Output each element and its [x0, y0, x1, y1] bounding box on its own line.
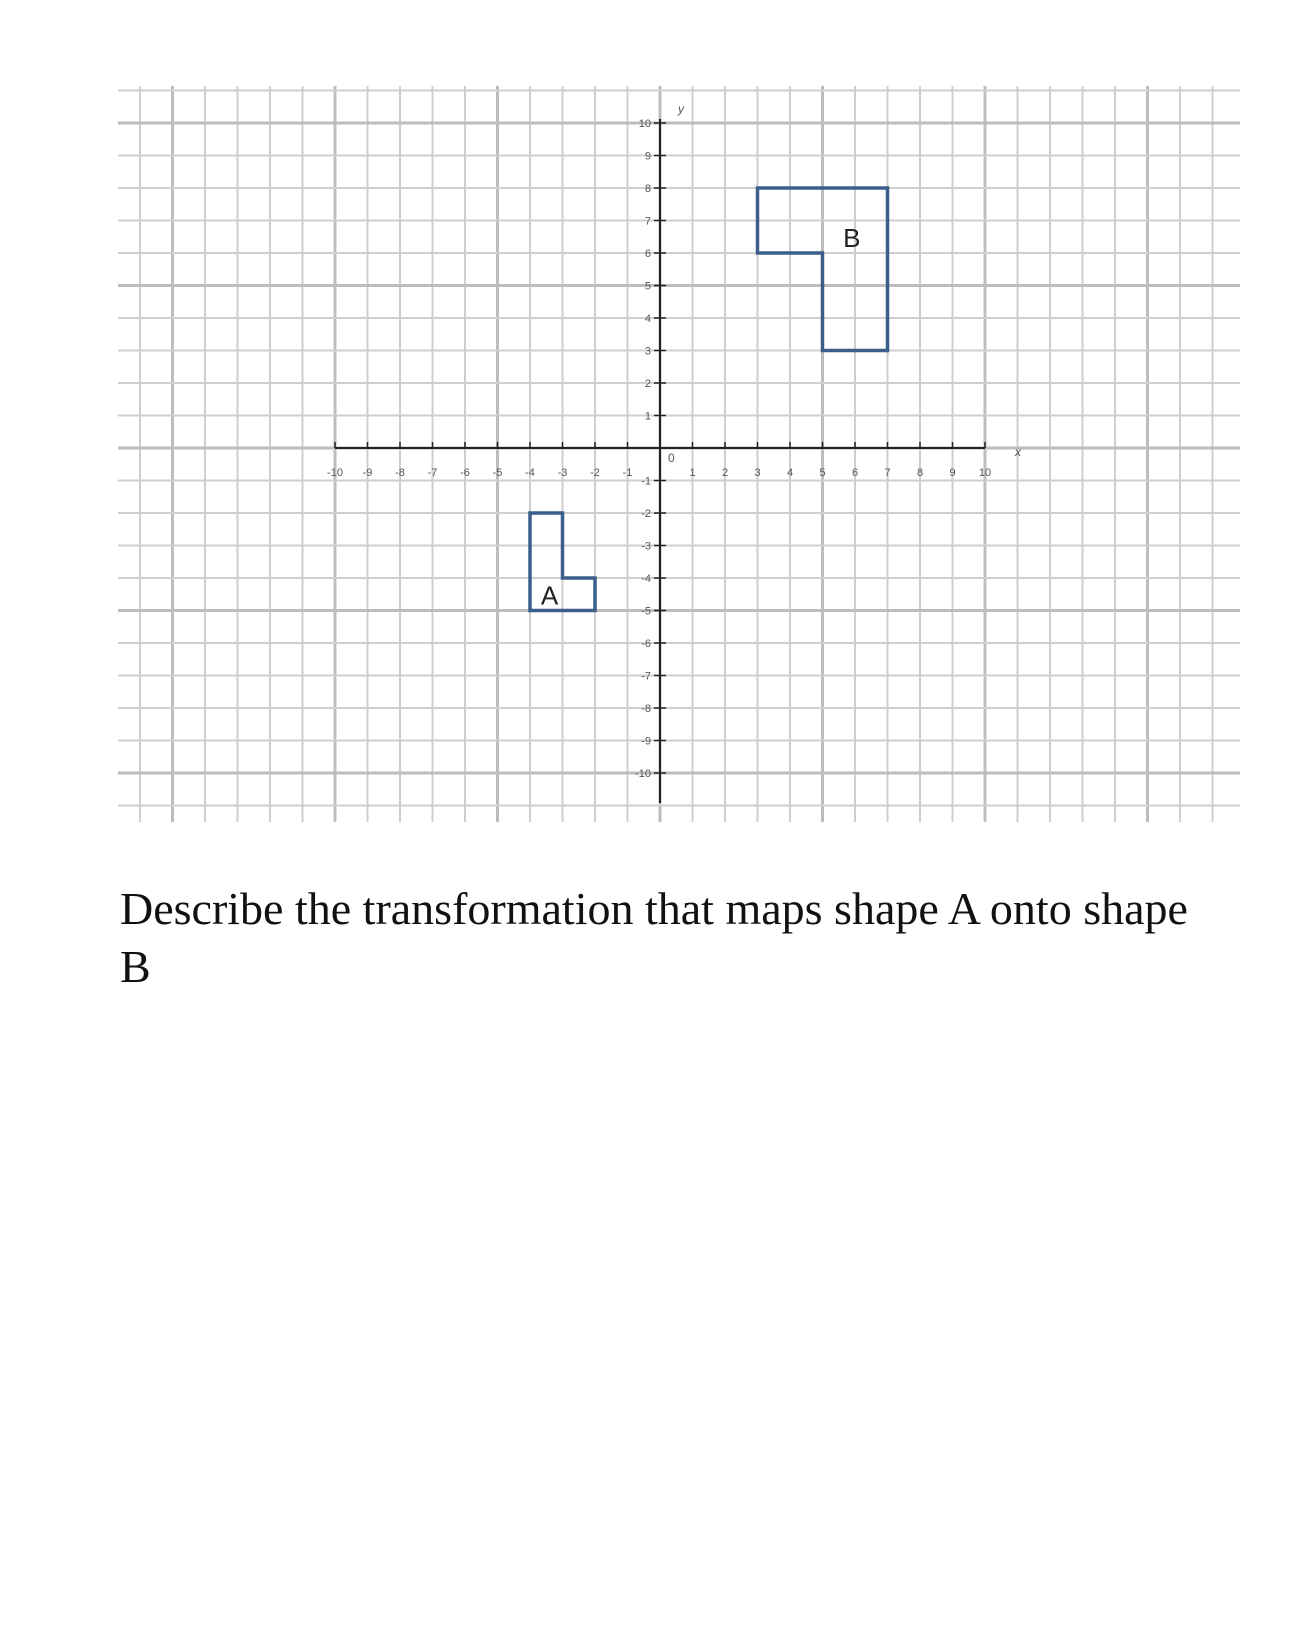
- grid-lines: [118, 86, 1240, 822]
- shape-b-label: B: [843, 223, 860, 253]
- y-tick-label: -2: [641, 508, 651, 520]
- y-tick-label: -8: [641, 703, 651, 715]
- x-tick-label: 3: [754, 467, 760, 479]
- y-tick-label: -1: [641, 476, 651, 488]
- y-axis-label: y: [677, 102, 685, 116]
- x-tick-label: -7: [428, 467, 438, 479]
- y-tick-label: -9: [641, 736, 651, 748]
- y-tick-label: 6: [645, 248, 651, 260]
- x-tick-label: 10: [979, 467, 991, 479]
- x-tick-label: 7: [884, 467, 890, 479]
- x-tick-label: -1: [623, 467, 633, 479]
- x-axis-label: x: [1014, 445, 1022, 459]
- x-tick-label: -5: [493, 467, 503, 479]
- x-tick-label: 2: [722, 467, 728, 479]
- x-tick-label: 6: [852, 467, 858, 479]
- x-tick-label: 1: [689, 467, 695, 479]
- shapes: AB: [528, 186, 890, 613]
- x-tick-label: -8: [395, 467, 405, 479]
- y-tick-label: 2: [645, 378, 651, 390]
- y-tick-label: 1: [645, 411, 651, 423]
- y-tick-label: -7: [641, 671, 651, 683]
- x-tick-label: 9: [949, 467, 955, 479]
- question-text: Describe the transformation that maps sh…: [120, 883, 1188, 992]
- x-tick-label: 5: [819, 467, 825, 479]
- shape-a-label: A: [541, 580, 559, 610]
- y-tick-label: 7: [645, 216, 651, 228]
- x-tick-label: -10: [327, 467, 343, 479]
- x-tick-label: 4: [787, 467, 793, 479]
- x-tick-label: -3: [558, 467, 568, 479]
- y-tick-label: 9: [645, 151, 651, 163]
- y-tick-label: 5: [645, 281, 651, 293]
- origin-label: 0: [668, 451, 675, 465]
- tick-labels: -10 -9 -8 -7 -6 -5 -4 -3 -2 -1 1 2 3 4 5 6 7 8 9 1010987654…: [327, 102, 1022, 780]
- x-tick-label: -9: [363, 467, 373, 479]
- x-tick-label: -6: [460, 467, 470, 479]
- y-tick-label: -3: [641, 541, 651, 553]
- y-tick-label: 4: [645, 313, 651, 325]
- x-tick-label: 8: [917, 467, 923, 479]
- y-tick-label: -4: [641, 573, 651, 585]
- y-tick-label: -10: [635, 768, 651, 780]
- x-tick-label: -2: [590, 467, 600, 479]
- coordinate-grid-figure: -10 -9 -8 -7 -6 -5 -4 -3 -2 -1 1 2 3 4 5 6 7 8 9 1010987654…: [118, 86, 1240, 822]
- y-tick-label: -6: [641, 638, 651, 650]
- x-tick-label: -4: [525, 467, 535, 479]
- y-tick-label: 3: [645, 346, 651, 358]
- y-tick-label: 10: [639, 118, 651, 130]
- y-tick-label: 8: [645, 183, 651, 195]
- y-tick-label: -5: [641, 606, 651, 618]
